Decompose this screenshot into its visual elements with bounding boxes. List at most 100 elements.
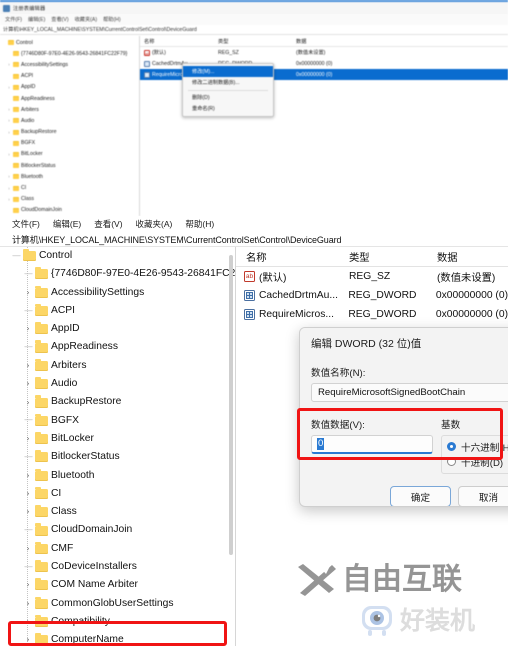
menu-view[interactable]: 查看(V)	[94, 218, 122, 230]
edit-dword-dialog[interactable]: 编辑 DWORD (32 位)值 数值名称(N): RequireMicroso…	[299, 327, 508, 507]
value-data-input[interactable]: 0	[311, 435, 433, 454]
registry-tree-pane[interactable]: — Control — {7746D80F-97E0-4E26-9543-26841F…	[0, 247, 236, 646]
top-value-row[interactable]: ab (默认) REG_SZ (数值未设置)	[140, 47, 508, 58]
top-context-menu[interactable]: 修改(M)... 修改二进制数据(B)... 删除(D) 重命名(R)	[182, 63, 274, 117]
tree-item[interactable]: — {7746D80F-97E0-4E26-9543-26841FC22F79}	[0, 265, 235, 283]
top-tree-item[interactable]: BGFX	[0, 138, 139, 149]
top-value-name: (默认)	[152, 50, 166, 56]
context-menu-rename[interactable]: 重命名(R)	[183, 103, 273, 114]
folder-icon	[13, 207, 19, 213]
main-window-menubar[interactable]: 文件(F) 编辑(E) 查看(V) 收藏夹(A) 帮助(H)	[0, 216, 508, 232]
cancel-button[interactable]: 取消	[458, 486, 508, 506]
chevron-right-icon[interactable]: ›	[24, 636, 32, 644]
top-address-bar[interactable]: 计算机\HKEY_LOCAL_MACHINE\SYSTEM\CurrentCon…	[0, 25, 508, 35]
address-bar[interactable]: 计算机\HKEY_LOCAL_MACHINE\SYSTEM\CurrentCon…	[0, 232, 508, 247]
top-tree-item[interactable]: AppReadiness	[0, 93, 139, 104]
chevron-right-icon[interactable]: ›	[24, 581, 32, 589]
radio-decimal[interactable]: 十进制(D)	[447, 454, 508, 469]
tree-item[interactable]: › BackupRestore	[0, 393, 232, 411]
tree-item[interactable]: — CloudDomainJoin	[0, 521, 232, 539]
tree-item[interactable]: — ACPI	[0, 302, 232, 320]
folder-icon	[35, 559, 48, 573]
top-tree-item[interactable]: › Audio	[0, 115, 139, 126]
chevron-right-icon[interactable]: ›	[24, 398, 32, 407]
top-menu-view[interactable]: 查看(V)	[51, 16, 68, 23]
chevron-right-icon[interactable]: ›	[24, 435, 32, 443]
chevron-right-icon[interactable]: ›	[24, 325, 32, 333]
chevron-right-icon[interactable]: ›	[24, 361, 32, 370]
folder-icon	[35, 596, 48, 609]
tree-item[interactable]: › CMF	[0, 540, 232, 558]
menu-help[interactable]: 帮助(H)	[185, 218, 214, 230]
chevron-right-icon[interactable]: ›	[24, 288, 32, 297]
chevron-right-icon[interactable]: ›	[24, 599, 32, 608]
tree-item[interactable]: › CI	[0, 485, 232, 503]
menu-edit[interactable]: 编辑(E)	[53, 218, 81, 230]
tree-item[interactable]: › AccessibilitySettings	[0, 284, 232, 302]
tree-item[interactable]: › COM Name Arbiter	[0, 576, 232, 594]
tree-scrollbar[interactable]	[229, 255, 233, 555]
top-tree-item[interactable]: › AppID	[0, 82, 139, 93]
top-tree-item[interactable]: CloudDomainJoin	[0, 205, 139, 216]
tree-item[interactable]: — BitlockerStatus	[0, 448, 232, 466]
tree-item[interactable]: › Bluetooth	[0, 467, 232, 485]
top-tree-item[interactable]: › Class	[0, 194, 139, 205]
top-tree-item[interactable]: {7746D80F-97E0-4E26-9543-26841FC22F79}	[0, 48, 139, 59]
top-tree-item[interactable]: › BackupRestore	[0, 127, 139, 138]
chevron-right-icon[interactable]: ›	[24, 490, 32, 498]
menu-file[interactable]: 文件(F)	[12, 218, 40, 230]
tree-item[interactable]: › BitLocker	[0, 430, 232, 448]
radix-column: 基数 十六进制(H) 十进制(D)	[441, 410, 508, 474]
folder-icon	[13, 62, 19, 68]
registry-tree[interactable]: — Control — {7746D80F-97E0-4E26-9543-26841F…	[0, 247, 235, 646]
tree-item[interactable]: › Compatibility	[0, 613, 232, 631]
chevron-right-icon[interactable]: ›	[24, 508, 32, 516]
top-menu-edit[interactable]: 编辑(E)	[28, 16, 45, 23]
tree-item[interactable]: › Arbiters	[0, 357, 232, 375]
value-row[interactable]: CachedDrtmAu... REG_DWORD 0x00000000 (0)	[236, 286, 508, 305]
top-registry-tree[interactable]: Control {7746D80F-97E0-4E26-9543-26841FC2…	[0, 36, 140, 216]
top-tree-item[interactable]: › AccessibilitySettings	[0, 59, 139, 70]
top-tree-item[interactable]: › Arbiters	[0, 104, 139, 115]
top-tree-item[interactable]: ACPI	[0, 71, 139, 82]
context-menu-delete[interactable]: 删除(D)	[183, 92, 273, 103]
tree-item[interactable]: › AppID	[0, 320, 232, 338]
top-menu-file[interactable]: 文件(F)	[5, 16, 22, 23]
tree-item-label: CommonGlobUserSettings	[51, 597, 174, 609]
value-row[interactable]: RequireMicros... REG_DWORD 0x00000000 (0)	[236, 305, 508, 324]
tree-item[interactable]: › Audio	[0, 375, 232, 393]
value-data: (数值未设置)	[437, 273, 496, 284]
top-tree-item[interactable]: › CI	[0, 182, 139, 193]
chevron-right-icon[interactable]: ›	[24, 471, 32, 480]
value-name-input[interactable]: RequireMicrosoftSignedBootChain	[311, 383, 508, 402]
value-row[interactable]: ab (默认) REG_SZ (数值未设置)	[236, 267, 508, 286]
radio-hexadecimal[interactable]: 十六进制(H)	[447, 439, 508, 454]
menu-favorites[interactable]: 收藏夹(A)	[136, 218, 173, 230]
tree-item[interactable]: › ComputerName	[0, 631, 232, 646]
top-tree-item[interactable]: › Bluetooth	[0, 171, 139, 182]
top-col-data: 数据	[296, 38, 307, 45]
top-menu-favorites[interactable]: 收藏夹(A)	[75, 16, 97, 23]
values-list[interactable]: ab (默认) REG_SZ (数值未设置) CachedDrtmAu... REG_DW…	[236, 267, 508, 324]
top-tree-item[interactable]: Control	[0, 37, 139, 48]
tree-item[interactable]: — CoDeviceInstallers	[0, 558, 232, 576]
chevron-right-icon[interactable]: ›	[24, 380, 32, 388]
context-menu-modify-binary[interactable]: 修改二进制数据(B)...	[183, 77, 273, 88]
top-tree-item[interactable]: BitlockerStatus	[0, 160, 139, 171]
tree-item[interactable]: — AppReadiness	[0, 338, 232, 356]
top-menu-help[interactable]: 帮助(H)	[103, 16, 121, 23]
top-window-menubar[interactable]: 文件(F) 编辑(E) 查看(V) 收藏夹(A) 帮助(H)	[0, 14, 508, 25]
top-tree-item[interactable]: › BitLocker	[0, 149, 139, 160]
tree-item[interactable]: — Control	[0, 247, 232, 265]
tree-item-label: CoDeviceInstallers	[51, 561, 137, 573]
tree-item[interactable]: — BGFX	[0, 412, 232, 430]
top-tree-item-label: CI	[21, 185, 27, 192]
radix-group[interactable]: 十六进制(H) 十进制(D)	[441, 435, 508, 474]
chevron-right-icon[interactable]: ›	[24, 544, 32, 553]
ok-button[interactable]: 确定	[390, 486, 451, 506]
context-menu-modify[interactable]: 修改(M)...	[183, 66, 273, 77]
tree-item[interactable]: › CommonGlobUserSettings	[0, 595, 232, 613]
top-tree-item-label: {7746D80F-97E0-4E26-9543-26841FC22F79}	[21, 50, 128, 57]
tree-item[interactable]: › Class	[0, 503, 232, 521]
chevron-right-icon[interactable]: ›	[24, 618, 32, 626]
